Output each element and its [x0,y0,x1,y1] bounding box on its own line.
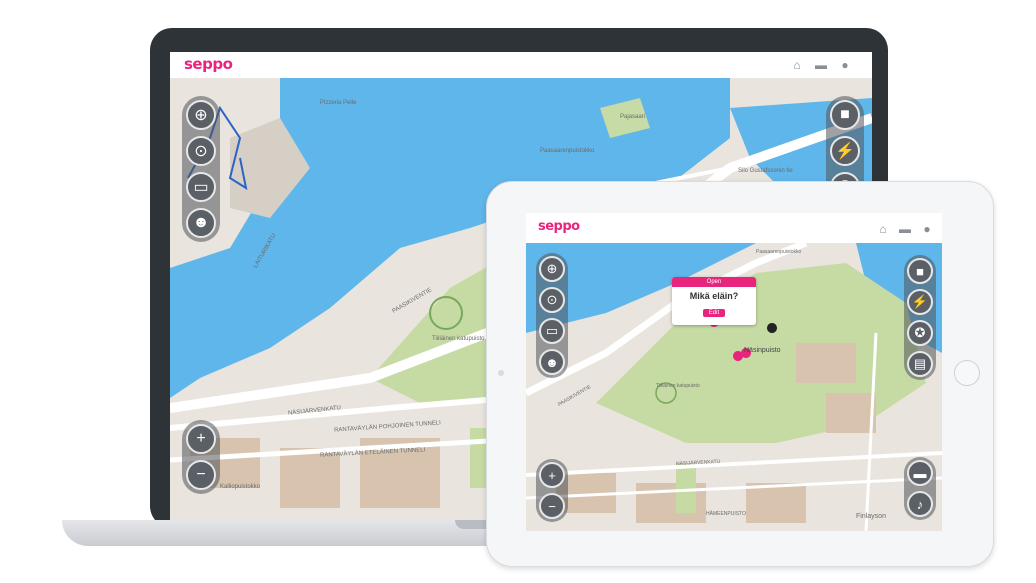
user-icon[interactable]: ● [920,222,934,236]
chat-icon[interactable]: ▬ [814,58,828,72]
map-label-place: Finlayson [856,513,886,520]
user-settings-icon[interactable]: ☻ [186,208,216,238]
laptop-top-icons: ⌂ ▬ ● [790,58,852,72]
map-label-place: Kalliopuistokko [220,484,261,490]
user-icon[interactable]: ● [838,58,852,72]
map-label-street: HÄMEENPUISTO [706,511,746,517]
bell-icon[interactable]: ♪ [907,491,933,517]
seppo-logo: seppo [538,219,580,234]
map-book-icon[interactable]: ▭ [186,172,216,202]
add-location-icon[interactable]: ⊙ [539,287,565,313]
popup-question: Mikä eläin? [689,291,739,301]
laptop-left-toolbar: ⊕ ⊙ ▭ ☻ [182,96,220,242]
seppo-logo: seppo [184,55,233,73]
popup-status: Open [672,277,756,287]
map-label-place: Silo Gustafssonin tie [738,168,793,174]
laptop-top-bar: seppo ⌂ ▬ ● [170,52,872,79]
chat-icon[interactable]: ▬ [907,460,933,486]
add-location-icon[interactable]: ⊙ [186,136,216,166]
home-icon[interactable]: ⌂ [790,58,804,72]
map-label-park: Tiiliäinen katupuisto [432,336,485,342]
tablet-left-toolbar: ⊕ ⊙ ▭ ☻ [536,253,568,378]
zoom-in-button[interactable]: + [539,462,565,488]
tablet-bottom-right-toolbar: ▬ ♪ [904,457,936,520]
gamepad-icon[interactable]: ⊕ [539,256,565,282]
map-label-place: Paasaarenpuistokko [540,148,595,154]
tablet-top-icons: ⌂ ▬ ● [876,222,934,236]
map-book-icon[interactable]: ▭ [539,318,565,344]
briefcase-icon[interactable]: ▤ [907,351,933,377]
tablet-home-button[interactable] [954,360,980,386]
tablet-top-bar: seppo ⌂ ▬ ● [526,213,942,244]
task-popup[interactable]: Open Mikä eläin? Edit [672,277,756,325]
laptop-zoom-controls: + − [182,420,220,494]
map-label-park: Tiiliäinen katupuisto [656,383,700,389]
zoom-in-button[interactable]: + [186,424,216,454]
tablet-camera [498,370,504,376]
map-label-place: Paasaarenpuistokko [756,249,802,255]
home-icon[interactable]: ⌂ [876,222,890,236]
user-settings-icon[interactable]: ☻ [539,349,565,375]
lightning-icon[interactable]: ⚡ [830,136,860,166]
map-label-place: Pizzeria Pelle [320,100,357,106]
tablet-right-toolbar: ■ ⚡ ✪ ▤ [904,255,936,380]
tablet-map[interactable]: Näsinpuisto Tiiliäinen katupuisto PAASIK… [526,243,942,531]
popup-edit-button[interactable]: Edit [702,309,726,317]
map-label-park: Näsinpuisto [744,347,781,354]
badge-icon[interactable]: ✪ [907,320,933,346]
zoom-out-button[interactable]: − [186,460,216,490]
tablet-zoom-controls: + − [536,459,568,522]
zoom-out-button[interactable]: − [539,493,565,519]
lightning-icon[interactable]: ⚡ [907,289,933,315]
stop-icon[interactable]: ■ [907,258,933,284]
chat-icon[interactable]: ▬ [898,222,912,236]
tablet-screen: seppo ⌂ ▬ ● Näsinpuisto Tiiliäinen katup… [526,213,942,531]
gamepad-icon[interactable]: ⊕ [186,100,216,130]
map-label-place: Pajasaari [620,114,646,120]
stop-icon[interactable]: ■ [830,100,860,130]
